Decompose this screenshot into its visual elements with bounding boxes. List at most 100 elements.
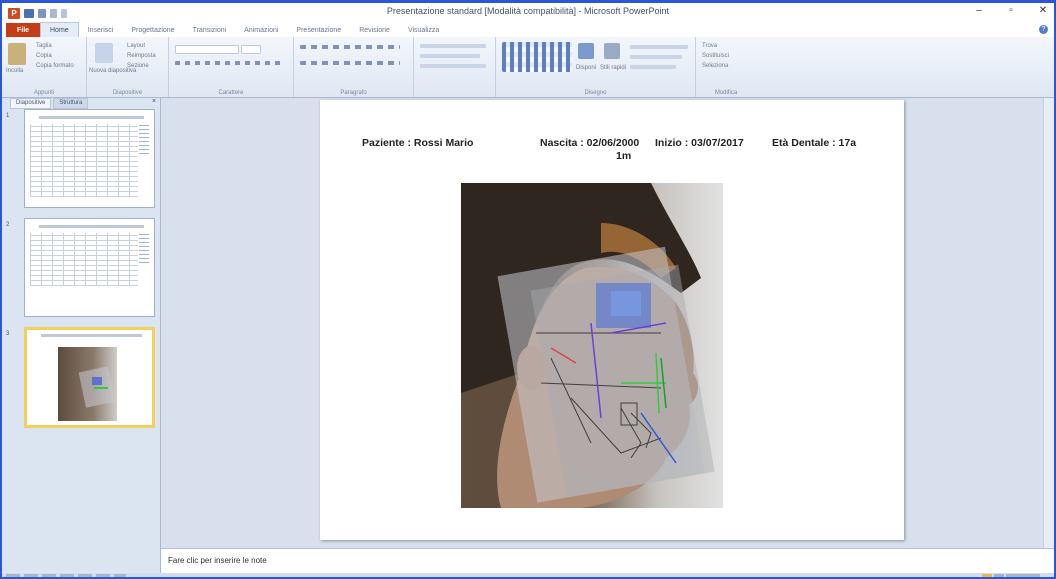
close-panel-icon[interactable]: ×: [152, 98, 156, 105]
align-text-button[interactable]: [420, 54, 480, 58]
slide-thumbnail-1[interactable]: [24, 109, 155, 208]
group-font: Carattere: [169, 37, 294, 97]
slide-sorter-icon[interactable]: [994, 574, 1004, 577]
tab-insert[interactable]: Inserisci: [79, 23, 123, 37]
slides-panel: Diapositive Struttura × 1 2 3: [2, 98, 161, 577]
paste-button[interactable]: Incolla: [6, 68, 23, 74]
shape-effects-button[interactable]: [630, 65, 676, 69]
status-bar: [2, 573, 1054, 577]
status-info: [6, 574, 126, 577]
tab-view[interactable]: Visualizza: [399, 23, 448, 37]
customize-qat-icon[interactable]: [61, 8, 67, 18]
reset-button[interactable]: Reimposta: [127, 53, 156, 59]
dental-age-continued-text[interactable]: 1m: [616, 150, 631, 162]
tab-home[interactable]: Home: [40, 22, 79, 37]
convert-smartart-button[interactable]: [420, 64, 486, 68]
arrange-button[interactable]: Disponi: [576, 65, 596, 71]
copy-button[interactable]: Copia: [36, 53, 52, 59]
tab-transitions[interactable]: Transizioni: [184, 23, 236, 37]
group-text-options: [414, 37, 496, 97]
normal-view-icon[interactable]: [982, 574, 992, 577]
thumbnail-green-lines: [94, 387, 108, 389]
shape-outline-button[interactable]: [630, 55, 682, 59]
notes-pane[interactable]: Fare clic per inserire le note: [161, 548, 1054, 574]
undo-icon[interactable]: [38, 8, 46, 18]
thumbnail-header: [39, 116, 144, 119]
slide-number: 1: [6, 113, 10, 119]
thumbnail-header: [39, 225, 144, 228]
font-format-buttons[interactable]: [175, 61, 285, 65]
thumbnail-table: [30, 124, 138, 197]
group-paragraph: Paragrafo: [294, 37, 414, 97]
thumbnail-column: [139, 233, 149, 263]
group-editing: Trova Sostituisci Seleziona Modifica: [696, 37, 756, 97]
patient-name-text[interactable]: Paziente : Rossi Mario: [362, 137, 473, 149]
quick-styles-icon[interactable]: [604, 43, 620, 59]
zoom-slider[interactable]: [1006, 574, 1040, 577]
group-drawing: Disponi Stili rapidi Disegno: [496, 37, 696, 97]
arrange-icon[interactable]: [578, 43, 594, 59]
group-slides: Nuova diapositiva Layout Reimposta Sezio…: [87, 37, 169, 97]
new-slide-icon[interactable]: [95, 43, 113, 63]
list-buttons[interactable]: [300, 45, 400, 49]
powerpoint-window: P Presentazione standard [Modalità compa…: [0, 0, 1056, 579]
thumbnail-header: [41, 334, 142, 337]
cut-button[interactable]: Taglia: [36, 43, 52, 49]
format-painter-button[interactable]: Copia formato: [36, 63, 74, 69]
tab-design[interactable]: Progettazione: [122, 23, 183, 37]
slide-number: 2: [6, 222, 10, 228]
group-label-paragraph: Paragrafo: [340, 90, 367, 96]
font-name-field[interactable]: [175, 45, 239, 54]
start-date-text[interactable]: Inizio : 03/07/2017: [655, 137, 744, 149]
patient-profile-photo[interactable]: [461, 183, 723, 508]
tab-file[interactable]: File: [6, 23, 40, 37]
dental-age-text[interactable]: Età Dentale : 17a: [772, 137, 856, 149]
tab-slides-panel[interactable]: Diapositive: [10, 98, 52, 109]
maximize-button[interactable]: ▫: [1004, 5, 1018, 16]
slide-thumbnail-2[interactable]: [24, 218, 155, 317]
group-label-editing: Modifica: [714, 90, 738, 96]
tab-animations[interactable]: Animazioni: [235, 23, 287, 37]
section-button[interactable]: Sezione: [127, 63, 149, 69]
group-label-drawing: Disegno: [584, 90, 607, 96]
quick-styles-button[interactable]: Stili rapidi: [600, 65, 626, 71]
shape-fill-button[interactable]: [630, 45, 688, 49]
blue-region-inner: [611, 291, 641, 316]
font-size-field[interactable]: [241, 45, 261, 54]
shapes-gallery[interactable]: [502, 42, 572, 72]
ribbon: Incolla Taglia Copia Copia formato Appun…: [2, 37, 1054, 98]
birth-date-text[interactable]: Nascita : 02/06/2000: [540, 137, 639, 149]
group-label-clipboard: Appunti: [33, 90, 55, 96]
window-controls: – ▫ ✕: [972, 5, 1050, 16]
group-label-font: Carattere: [218, 90, 244, 96]
close-button[interactable]: ✕: [1036, 5, 1050, 16]
thumbnail-photo: [58, 347, 117, 421]
paste-icon[interactable]: [8, 43, 26, 65]
slide-thumbnail-3[interactable]: [24, 327, 155, 428]
layout-button[interactable]: Layout: [127, 43, 145, 49]
redo-icon[interactable]: [50, 8, 57, 18]
text-direction-button[interactable]: [420, 44, 486, 48]
window-title: Presentazione standard [Modalità compati…: [386, 6, 670, 16]
ribbon-tabs: File Home Inserisci Progettazione Transi…: [2, 22, 1054, 37]
cephalometric-overlay: [461, 183, 715, 508]
replace-button[interactable]: Sostituisci: [702, 53, 729, 59]
help-icon[interactable]: ?: [1039, 25, 1048, 34]
view-zoom-controls: [982, 574, 1040, 577]
thumbnail-column: [139, 124, 149, 154]
select-button[interactable]: Seleziona: [702, 63, 728, 69]
align-buttons[interactable]: [300, 61, 400, 65]
tab-review[interactable]: Revisione: [350, 23, 399, 37]
group-clipboard: Incolla Taglia Copia Copia formato Appun…: [2, 37, 87, 97]
group-label-slides: Diapositive: [112, 90, 143, 96]
quick-access-toolbar: P: [2, 7, 67, 19]
panel-tabs: Diapositive Struttura: [10, 98, 89, 109]
tab-slideshow[interactable]: Presentazione: [287, 23, 350, 37]
powerpoint-logo-icon[interactable]: P: [8, 7, 20, 19]
find-button[interactable]: Trova: [702, 43, 717, 49]
vertical-scrollbar[interactable]: [1043, 98, 1054, 548]
save-icon[interactable]: [24, 8, 34, 18]
title-bar: P Presentazione standard [Modalità compa…: [2, 3, 1054, 23]
tab-outline-panel[interactable]: Struttura: [53, 98, 89, 109]
minimize-button[interactable]: –: [972, 5, 986, 16]
